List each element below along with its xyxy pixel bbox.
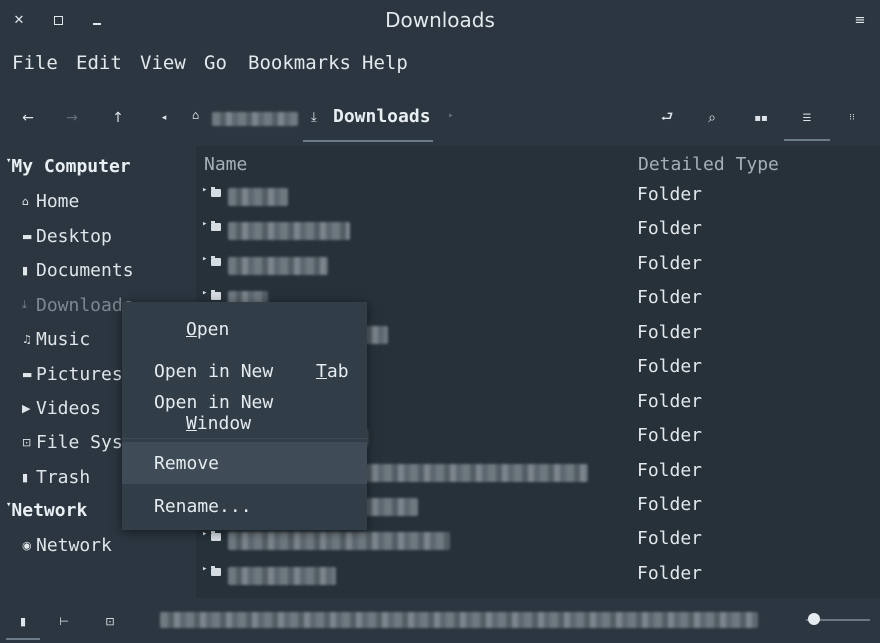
folder-icon xyxy=(211,187,221,197)
status-bar: ▮ ⊢ ⊡ xyxy=(0,598,880,643)
compact-view-icon[interactable]: ⁝⁝ xyxy=(840,106,864,130)
file-name xyxy=(228,532,450,550)
menu-edit[interactable]: Edit xyxy=(76,52,122,74)
file-name xyxy=(228,188,288,206)
file-name xyxy=(228,222,350,240)
breadcrumb-left-icon[interactable]: ◂ xyxy=(152,106,176,130)
title-bar: ✕ Downloads ≡ xyxy=(0,0,880,42)
forward-arrow-icon[interactable]: → xyxy=(60,106,84,130)
expand-icon[interactable]: ▸ xyxy=(202,219,207,229)
sidebar-section-my-computer[interactable]: ▾My Computer xyxy=(6,156,131,177)
expand-icon[interactable]: ▸ xyxy=(202,185,207,195)
file-name xyxy=(228,567,336,585)
breadcrumb-right-icon[interactable]: ▸ xyxy=(448,110,454,121)
hamburger-menu-icon[interactable]: ≡ xyxy=(850,10,870,30)
mnemonic-letter: T xyxy=(316,360,327,382)
sidebar-section-network[interactable]: ▾Network xyxy=(6,500,87,521)
folder-icon xyxy=(211,221,221,231)
menu-separator xyxy=(122,438,367,439)
downloads-icon: ⤓ xyxy=(22,298,27,311)
trash-icon: ▮ xyxy=(22,470,29,484)
sidebar-item-pictures[interactable]: ▬ Pictures xyxy=(22,359,123,389)
home-crumb-label[interactable] xyxy=(212,112,298,126)
context-menu: Open Open in New Tab Open in New Window … xyxy=(122,302,367,530)
file-type: Folder xyxy=(637,218,703,239)
sidebar-item-music[interactable]: ♫ Music xyxy=(22,324,90,354)
file-type: Folder xyxy=(637,184,703,205)
menu-view[interactable]: View xyxy=(140,52,186,74)
expand-icon[interactable]: ▸ xyxy=(202,529,207,539)
list-view-icon[interactable]: ☰ xyxy=(795,106,819,130)
folder-icon xyxy=(211,531,221,541)
menu-item-rename[interactable]: Rename... xyxy=(122,486,367,526)
menu-item-open-new-window[interactable]: Open in New Window xyxy=(122,392,367,434)
active-sidebar-indicator xyxy=(6,638,40,640)
mnemonic-letter: O xyxy=(186,318,197,340)
menu-bar: File Edit View Go Bookmarks Help xyxy=(0,42,880,86)
column-header-name[interactable]: Name xyxy=(204,154,247,175)
file-type: Folder xyxy=(637,528,703,549)
menu-item-open-new-tab[interactable]: Open in New Tab xyxy=(122,351,367,391)
table-row[interactable]: ▸ Folder xyxy=(196,214,880,248)
file-type: Folder xyxy=(637,253,703,274)
table-row[interactable]: ▸ Folder xyxy=(196,180,880,214)
desktop-icon: ▬ xyxy=(22,229,33,243)
sidebar-item-downloads[interactable]: ⤓ Downloads xyxy=(22,290,134,320)
network-icon: ◉ xyxy=(22,538,32,552)
active-view-indicator xyxy=(784,139,830,141)
music-icon: ♫ xyxy=(22,332,32,346)
sidebar-item-videos[interactable]: ▶ Videos xyxy=(22,393,101,423)
file-type: Folder xyxy=(637,563,703,584)
tree-icon[interactable]: ⊢ xyxy=(55,612,73,630)
file-type: Folder xyxy=(637,391,703,412)
menu-file[interactable]: File xyxy=(12,52,58,74)
folder-icon xyxy=(211,566,221,576)
menu-item-remove[interactable]: Remove xyxy=(122,442,367,484)
mnemonic-letter: W xyxy=(186,413,197,434)
sidebar-item-documents[interactable]: ▮ Documents xyxy=(22,255,134,285)
places-icon[interactable]: ▮ xyxy=(14,612,32,630)
menu-item-open[interactable]: Open xyxy=(122,309,367,349)
menu-help[interactable]: Help xyxy=(362,52,408,74)
toggle-location-icon[interactable]: ⮐ xyxy=(655,106,679,130)
current-location-label: Downloads xyxy=(333,106,431,127)
toolbar: ← → ↑ ◂ ⮐ ⌕ ▪▪ ☰ ⁝⁝ xyxy=(0,94,880,142)
file-type: Folder xyxy=(637,425,703,446)
file-type: Folder xyxy=(637,287,703,308)
back-arrow-icon[interactable]: ← xyxy=(16,106,40,130)
search-icon[interactable]: ⌕ xyxy=(700,106,724,130)
hide-sidebar-icon[interactable]: ⊡ xyxy=(101,612,119,630)
home-icon: ⌂ xyxy=(22,194,29,208)
table-row[interactable]: ▸ Folder xyxy=(196,249,880,283)
sidebar-item-desktop[interactable]: ▬ Desktop xyxy=(22,221,112,251)
expand-icon[interactable]: ▸ xyxy=(202,254,207,264)
videos-icon: ▶ xyxy=(22,401,31,415)
download-icon: ⤓ xyxy=(311,110,317,125)
pictures-icon: ▬ xyxy=(22,367,33,381)
file-type: Folder xyxy=(637,322,703,343)
folder-icon xyxy=(211,256,221,266)
file-type: Folder xyxy=(637,494,703,515)
table-row[interactable]: ▸ Folder xyxy=(196,559,880,593)
zoom-slider-icon[interactable] xyxy=(808,613,820,625)
documents-icon: ▮ xyxy=(22,263,29,277)
file-type: Folder xyxy=(637,460,703,481)
expand-icon[interactable]: ▸ xyxy=(202,288,207,298)
sidebar-item-trash[interactable]: ▮ Trash xyxy=(22,462,90,492)
home-crumb-icon[interactable]: ⌂ xyxy=(192,108,204,124)
status-text xyxy=(160,612,758,628)
drive-icon: ⊡ xyxy=(22,435,32,449)
menu-bookmarks[interactable]: Bookmarks xyxy=(248,52,351,74)
file-name xyxy=(228,257,328,275)
icon-view-icon[interactable]: ▪▪ xyxy=(749,106,773,130)
menu-go[interactable]: Go xyxy=(204,52,227,74)
file-type: Folder xyxy=(637,356,703,377)
folder-icon xyxy=(211,290,221,300)
column-header-type[interactable]: Detailed Type xyxy=(638,154,779,175)
up-arrow-icon[interactable]: ↑ xyxy=(106,106,130,130)
window-title: Downloads xyxy=(385,8,495,32)
sidebar-item-network[interactable]: ◉ Network xyxy=(22,530,112,560)
sidebar-item-home[interactable]: ⌂ Home xyxy=(22,186,79,216)
expand-icon[interactable]: ▸ xyxy=(202,564,207,574)
